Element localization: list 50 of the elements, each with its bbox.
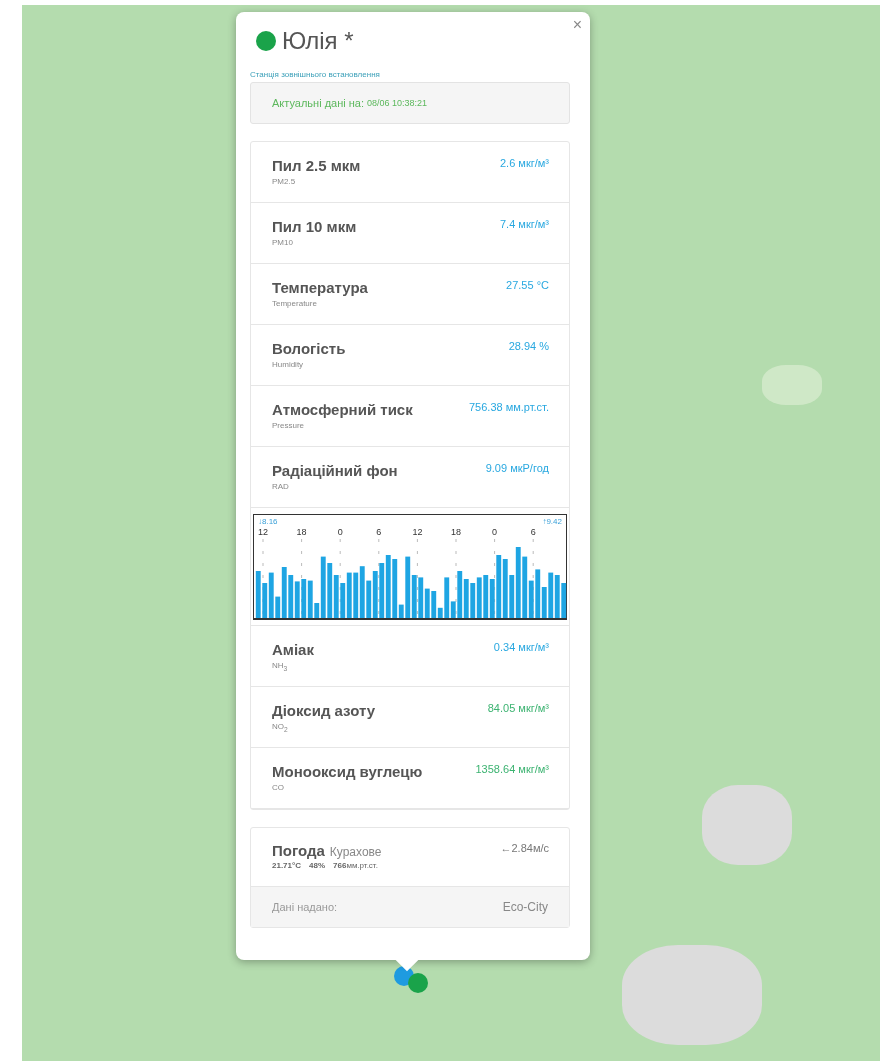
measurement-value: 0.34 мкг/м³ <box>493 641 549 655</box>
updated-label: Актуальні дані на: <box>272 97 364 109</box>
hour-label: 0 <box>337 527 343 537</box>
weather-temperature: 21.71°C <box>272 861 301 872</box>
measurement-name: Температура <box>272 279 368 296</box>
updated-time: 08/06 10:38:21 <box>367 98 428 108</box>
weather-pressure: 766мм.рт.ст. <box>333 861 378 872</box>
measurement-name: Вологість <box>272 340 346 357</box>
hour-label: 6 <box>530 527 536 537</box>
weather-humidity: 48% <box>309 861 325 872</box>
measurement-code: RAD <box>272 482 290 491</box>
hour-label: 12 <box>412 527 423 537</box>
measurement-value: 27.55 °C <box>506 279 549 293</box>
measurement-value: 7.4 мкг/м³ <box>499 218 549 232</box>
measurement-name: Радіаційний фон <box>272 462 398 479</box>
measurement-code: PM2.5 <box>272 177 297 186</box>
source-name: Eco-City <box>502 900 548 914</box>
measurement-name: Аміак <box>272 641 314 658</box>
hour-label: 18 <box>296 527 307 537</box>
close-button[interactable]: × <box>568 14 586 36</box>
station-title: Юлія * <box>282 27 354 55</box>
measurement-name: Діоксид азоту <box>272 702 376 719</box>
measurement-value: 28.94 % <box>508 340 549 354</box>
measurement-name: Пил 2.5 мкм <box>272 157 361 174</box>
wind-value: ←2.84м/с <box>500 842 549 856</box>
measurement-code: PM10 <box>272 238 294 247</box>
hour-label: 18 <box>451 527 461 537</box>
measurement-value: 756.38 мм.рт.ст. <box>469 401 549 415</box>
measurement-name: Атмосферний тиск <box>272 401 413 418</box>
measurement-name: Монооксид вуглецю <box>272 763 423 780</box>
weather-label: Погода <box>272 842 325 859</box>
measurement-value: 9.09 мкР/год <box>485 462 549 476</box>
measurement-value: 1358.64 мкг/м³ <box>475 763 549 777</box>
measurement-code: Temperature <box>272 299 318 308</box>
measurement-code: Humidity <box>272 360 305 369</box>
hour-label: 0 <box>492 527 498 537</box>
measurement-value: 2.6 мкг/м³ <box>499 157 549 171</box>
source-label: Дані надано: <box>272 901 338 913</box>
measurement-value: 84.05 мкг/м³ <box>487 702 549 716</box>
measurement-code: NO$_{2}$ <box>272 722 289 733</box>
hour-label: 12 <box>258 527 268 537</box>
measurement-code: CO <box>272 783 285 792</box>
weather-place: Курахове <box>329 845 382 859</box>
measurement-code: NH$_{3}$ <box>272 661 289 672</box>
measurement-code: Pressure <box>272 421 305 430</box>
station-type: Станція зовнішнього встановлення <box>250 70 381 79</box>
measurement-name: Пил 10 мкм <box>272 218 357 235</box>
max-value: ↑9.42 <box>542 517 562 527</box>
min-value: ↓8.16 <box>258 517 278 527</box>
hour-label: 6 <box>376 527 382 537</box>
